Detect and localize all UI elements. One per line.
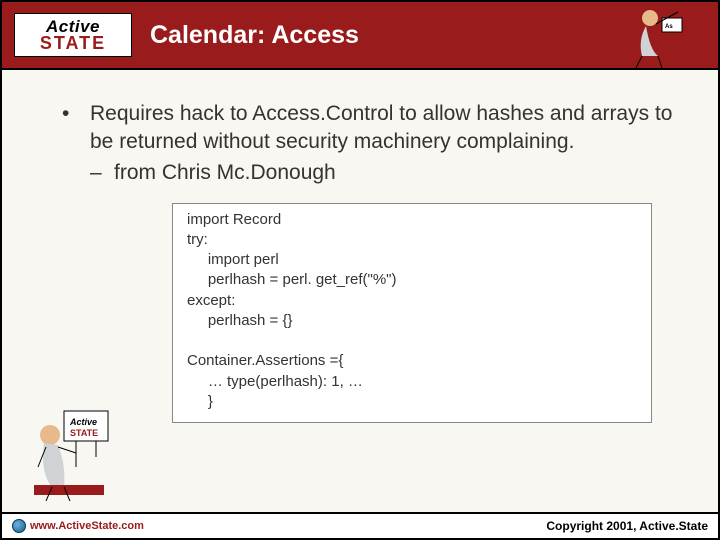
footer-url: www.ActiveState.com	[12, 519, 144, 533]
slide: Active STATE Calendar: Access As • Requi…	[0, 0, 720, 540]
footer-copyright: Copyright 2001, Active.State	[546, 519, 708, 533]
activestate-logo: Active STATE	[14, 13, 132, 57]
slide-title: Calendar: Access	[150, 21, 359, 50]
header-bar: Active STATE Calendar: Access As	[2, 2, 718, 70]
globe-icon	[12, 519, 26, 533]
bullet-dot-icon: •	[62, 100, 90, 157]
code-block: import Record try: import perl perlhash …	[172, 203, 652, 424]
sub-bullet-item: – from Chris Mc.Donough	[90, 161, 678, 185]
logo-line2: STATE	[40, 35, 106, 51]
sub-bullet-text: from Chris Mc.Donough	[114, 161, 336, 185]
mascot-bottom-icon: Active STATE	[24, 407, 114, 502]
footer-bar: www.ActiveState.com Copyright 2001, Acti…	[2, 512, 718, 538]
bullet-item: • Requires hack to Access.Control to all…	[62, 100, 678, 157]
svg-text:As: As	[665, 24, 673, 30]
bullet-text: Requires hack to Access.Control to allow…	[90, 100, 678, 157]
dash-icon: –	[90, 161, 114, 185]
mascot-top-icon: As	[628, 0, 698, 70]
footer-url-text: www.ActiveState.com	[30, 520, 144, 532]
svg-text:Active: Active	[69, 417, 97, 427]
svg-text:STATE: STATE	[70, 428, 98, 438]
